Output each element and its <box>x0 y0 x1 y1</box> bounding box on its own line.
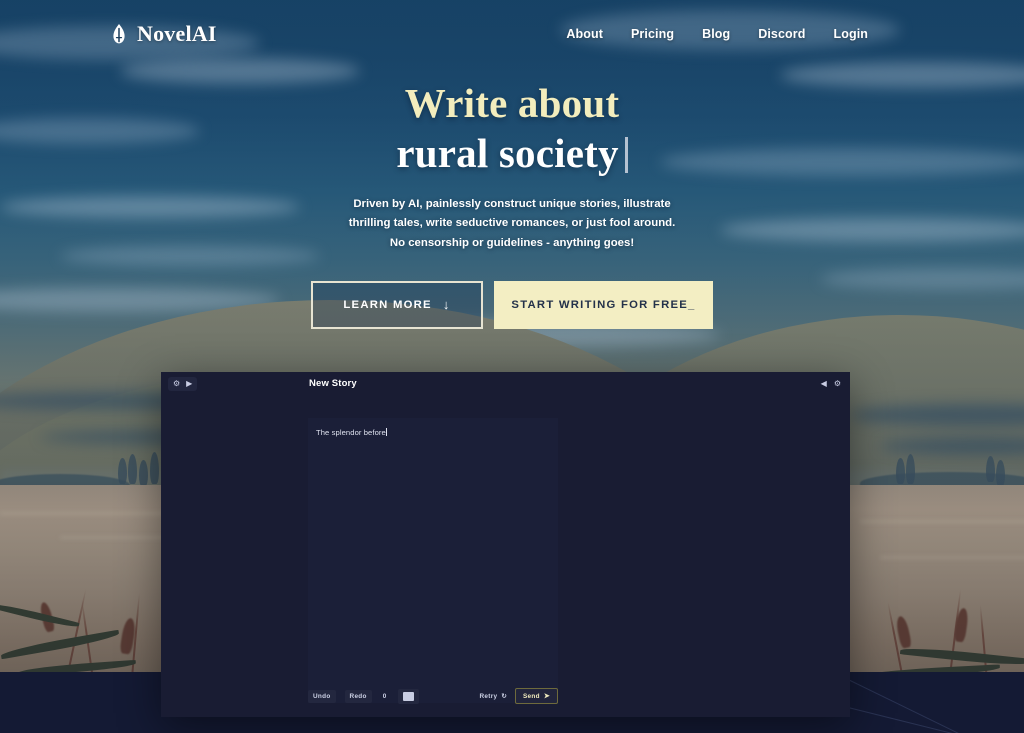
story-editor-panel: ⚙ ▶ New Story ◀ ⚙ The splendor before Un… <box>161 372 850 717</box>
editor-topbar: ⚙ ▶ New Story ◀ ⚙ <box>161 372 850 395</box>
refresh-icon: ↻ <box>501 693 507 700</box>
nav-link-login[interactable]: Login <box>833 27 868 41</box>
send-arrow-icon: ➤ <box>543 693 550 700</box>
headline-line-2-text: rural society <box>396 130 619 177</box>
retry-label: Retry <box>479 692 498 700</box>
send-button[interactable]: Send ➤ <box>515 688 558 704</box>
tree <box>150 452 159 484</box>
start-writing-button[interactable]: START WRITING FOR FREE_ <box>494 280 713 329</box>
display-icon-shape <box>402 691 414 701</box>
nav-links: About Pricing Blog Discord Login <box>566 27 984 41</box>
editor-topbar-right-icons: ◀ ⚙ <box>821 379 841 388</box>
field-streak <box>860 520 1024 523</box>
tree <box>996 460 1005 486</box>
retry-button[interactable]: Retry ↻ <box>479 692 508 701</box>
send-label: Send <box>523 692 540 700</box>
learn-more-button[interactable]: LEARN MORE ↓ <box>311 280 483 329</box>
learn-more-label: LEARN MORE <box>343 298 432 311</box>
brand-name: NovelAI <box>137 21 217 46</box>
tree <box>986 456 995 482</box>
start-writing-label: START WRITING FOR FREE_ <box>511 298 696 311</box>
hero-section: Write about rural society Driven by AI, … <box>0 78 1024 329</box>
editor-topbar-left-icons: ⚙ ▶ <box>168 376 198 391</box>
nav-link-about[interactable]: About <box>566 27 603 41</box>
editor-bottom-toolbar: Undo Redo 0 Retry ↻ Send ➤ <box>308 687 558 705</box>
footer-decorative-line <box>845 678 1024 733</box>
chevron-left-icon[interactable]: ◀ <box>821 379 827 388</box>
story-text-area[interactable]: The splendor before <box>308 418 558 703</box>
text-cursor <box>386 428 388 436</box>
navbar: NovelAI About Pricing Blog Discord Login <box>0 0 1024 68</box>
arrow-down-icon: ↓ <box>442 297 451 313</box>
field-streak <box>880 556 1024 559</box>
nav-link-blog[interactable]: Blog <box>702 27 730 41</box>
nav-link-discord[interactable]: Discord <box>758 27 805 41</box>
headline-line-1: Write about <box>404 80 620 126</box>
page-root: NovelAI About Pricing Blog Discord Login… <box>0 0 1024 733</box>
editor-body: The splendor before <box>161 395 850 703</box>
cta-row: LEARN MORE ↓ START WRITING FOR FREE_ <box>0 280 1024 329</box>
page-title: Write about rural society <box>0 78 1024 179</box>
tree <box>128 454 137 484</box>
hero-subtitle: Driven by AI, painlessly construct uniqu… <box>348 197 676 250</box>
headline-line-2: rural society <box>0 128 1024 178</box>
nav-link-pricing[interactable]: Pricing <box>631 27 674 41</box>
tree <box>906 454 915 484</box>
story-text-content: The splendor before <box>308 418 558 439</box>
typing-caret <box>624 137 628 174</box>
token-counter: 0 <box>382 692 387 700</box>
tree <box>118 458 127 484</box>
redo-button[interactable]: Redo <box>344 689 372 703</box>
tree <box>139 460 148 486</box>
tree <box>896 458 905 484</box>
gear-icon[interactable]: ⚙ <box>173 379 180 388</box>
settings-gear-icon[interactable]: ⚙ <box>834 379 841 388</box>
brand-logo[interactable]: NovelAI <box>110 21 217 47</box>
story-text-value: The splendor before <box>316 428 386 437</box>
editor-title: New Story <box>309 378 357 389</box>
undo-button[interactable]: Undo <box>308 689 336 703</box>
quill-pen-icon <box>110 23 128 45</box>
play-icon[interactable]: ▶ <box>186 379 192 388</box>
toolbar-right-group: Retry ↻ Send ➤ <box>479 688 558 704</box>
display-icon[interactable] <box>397 688 419 704</box>
